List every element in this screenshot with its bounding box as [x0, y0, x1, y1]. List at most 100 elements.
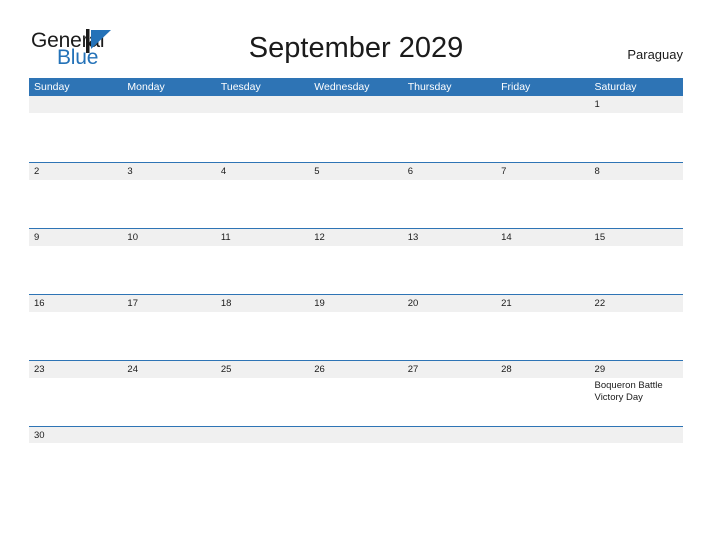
day-number[interactable]: 30 [29, 427, 122, 443]
week-date-strip: 2345678 [29, 163, 683, 180]
day-events-empty [309, 113, 402, 162]
day-number[interactable]: 22 [590, 295, 683, 312]
weekday-tuesday: Tuesday [220, 81, 261, 93]
day-cell-empty [309, 427, 402, 443]
day-number[interactable]: 16 [29, 295, 122, 312]
day-events-empty [29, 113, 122, 162]
day-events-empty [496, 113, 589, 162]
day-cell-empty [309, 96, 402, 113]
day-events-empty [309, 312, 402, 361]
day-number[interactable]: 9 [29, 229, 122, 246]
week-event-strip [29, 312, 683, 361]
week-event-strip [29, 180, 683, 229]
region-label: Paraguay [627, 47, 683, 62]
day-number[interactable]: 7 [496, 163, 589, 180]
day-events-empty [590, 246, 683, 295]
weekday-friday: Friday [501, 81, 531, 93]
day-number[interactable]: 17 [122, 295, 215, 312]
week-event-strip [29, 113, 683, 162]
week-date-strip: 9 10 11 12 13 14 15 [29, 229, 683, 246]
day-number[interactable]: 27 [403, 361, 496, 378]
calendar-week-row: 1 [29, 96, 683, 162]
day-events-empty [122, 113, 215, 162]
day-number[interactable]: 20 [403, 295, 496, 312]
day-number[interactable]: 1 [590, 96, 683, 113]
day-number[interactable]: 19 [309, 295, 402, 312]
day-number[interactable]: 10 [122, 229, 215, 246]
day-events-empty [403, 312, 496, 361]
day-number[interactable]: 23 [29, 361, 122, 378]
day-number[interactable]: 4 [216, 163, 309, 180]
day-number[interactable]: 15 [590, 229, 683, 246]
day-events-empty [309, 180, 402, 229]
day-events-empty [403, 113, 496, 162]
day-cell-empty [122, 427, 215, 443]
day-number[interactable]: 11 [216, 229, 309, 246]
day-events-empty [216, 378, 309, 427]
day-number[interactable]: 24 [122, 361, 215, 378]
day-number[interactable]: 6 [403, 163, 496, 180]
day-number[interactable]: 5 [309, 163, 402, 180]
day-events-empty [496, 312, 589, 361]
day-events-empty [309, 246, 402, 295]
week-event-strip [29, 246, 683, 295]
week-event-strip: Boqueron Battle Victory Day [29, 378, 683, 427]
day-number[interactable]: 12 [309, 229, 402, 246]
day-events-empty [216, 312, 309, 361]
day-events-empty [29, 246, 122, 295]
day-number[interactable]: 28 [496, 361, 589, 378]
week-date-strip: 16 17 18 19 20 21 22 [29, 295, 683, 312]
calendar-grid: Sunday Monday Tuesday Wednesday Thursday… [29, 78, 683, 443]
calendar-week-row: 9 10 11 12 13 14 15 [29, 228, 683, 295]
weekday-header-row: Sunday Monday Tuesday Wednesday Thursday… [29, 78, 683, 96]
day-events-empty [122, 378, 215, 427]
day-number[interactable]: 3 [122, 163, 215, 180]
day-cell-empty [216, 427, 309, 443]
day-cell-empty [122, 96, 215, 113]
day-events-empty [590, 180, 683, 229]
day-events-empty [590, 113, 683, 162]
day-events-empty [29, 378, 122, 427]
day-number[interactable]: 13 [403, 229, 496, 246]
day-cell-empty [590, 427, 683, 443]
day-cell-empty [496, 427, 589, 443]
day-cell-empty [403, 427, 496, 443]
day-cell-empty [216, 96, 309, 113]
week-date-strip: 30 [29, 427, 683, 443]
day-events-empty [29, 312, 122, 361]
day-number[interactable]: 8 [590, 163, 683, 180]
day-number[interactable]: 18 [216, 295, 309, 312]
day-events-empty [216, 180, 309, 229]
weekday-thursday: Thursday [407, 81, 452, 93]
day-events-empty [122, 180, 215, 229]
day-events: Boqueron Battle Victory Day [590, 378, 683, 427]
week-date-strip: 1 [29, 96, 683, 113]
weekday-wednesday: Wednesday [314, 81, 370, 93]
day-events-empty [590, 312, 683, 361]
page-header: General Blue September 2029 Paraguay [0, 0, 712, 68]
day-number[interactable]: 26 [309, 361, 402, 378]
day-number[interactable]: 2 [29, 163, 122, 180]
day-number[interactable]: 21 [496, 295, 589, 312]
day-events-empty [216, 113, 309, 162]
day-events-empty [29, 180, 122, 229]
weekday-sunday: Sunday [34, 81, 70, 93]
calendar-week-row: 16 17 18 19 20 21 22 [29, 294, 683, 361]
day-events-empty [496, 180, 589, 229]
day-cell-empty [403, 96, 496, 113]
day-events-empty [496, 246, 589, 295]
day-events-empty [496, 378, 589, 427]
day-number[interactable]: 14 [496, 229, 589, 246]
week-date-strip: 23 24 25 26 27 28 29 [29, 361, 683, 378]
day-events-empty [122, 246, 215, 295]
day-cell-empty [29, 96, 122, 113]
day-number[interactable]: 29 [590, 361, 683, 378]
day-cell-empty [496, 96, 589, 113]
calendar-week-row: 23 24 25 26 27 28 29 Boqueron Battle Victory Da… [29, 360, 683, 427]
weekday-monday: Monday [127, 81, 165, 93]
calendar-week-row: 2345678 [29, 162, 683, 229]
day-events-empty [216, 246, 309, 295]
day-number[interactable]: 25 [216, 361, 309, 378]
day-events-empty [403, 246, 496, 295]
calendar-weeks: 1 2 3 4 5 6 7 8 9 10 11 12 13 14 15 16 17 18 19 20 21 22 23 24 2… [29, 96, 683, 443]
